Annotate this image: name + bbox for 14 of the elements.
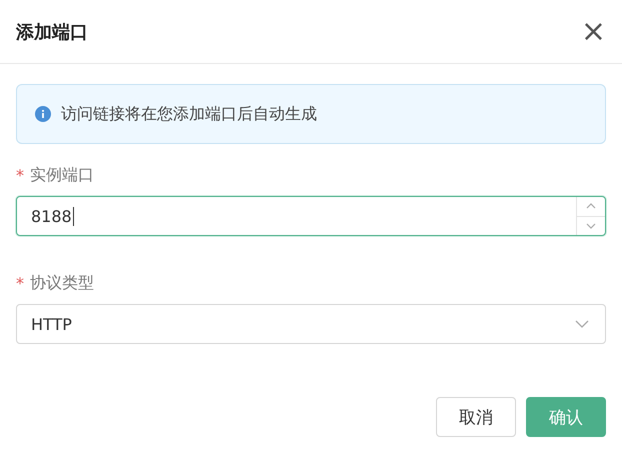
chevron-down-icon xyxy=(575,320,589,328)
info-icon xyxy=(35,106,51,122)
close-button[interactable]: × xyxy=(576,16,610,46)
chevron-down-icon xyxy=(586,222,596,229)
alert-text: 访问链接将在您添加端口后自动生成 xyxy=(61,104,317,124)
required-mark: * xyxy=(16,274,24,292)
field-label: 协议类型 xyxy=(30,272,94,294)
chevron-up-icon xyxy=(586,203,596,210)
port-input[interactable]: 8188 xyxy=(16,196,606,236)
required-mark: * xyxy=(16,166,24,184)
dialog-title: 添加端口 xyxy=(16,20,88,44)
cancel-button[interactable]: 取消 xyxy=(436,397,516,437)
protocol-select[interactable]: HTTP xyxy=(16,304,606,344)
field-label: 实例端口 xyxy=(30,164,94,186)
